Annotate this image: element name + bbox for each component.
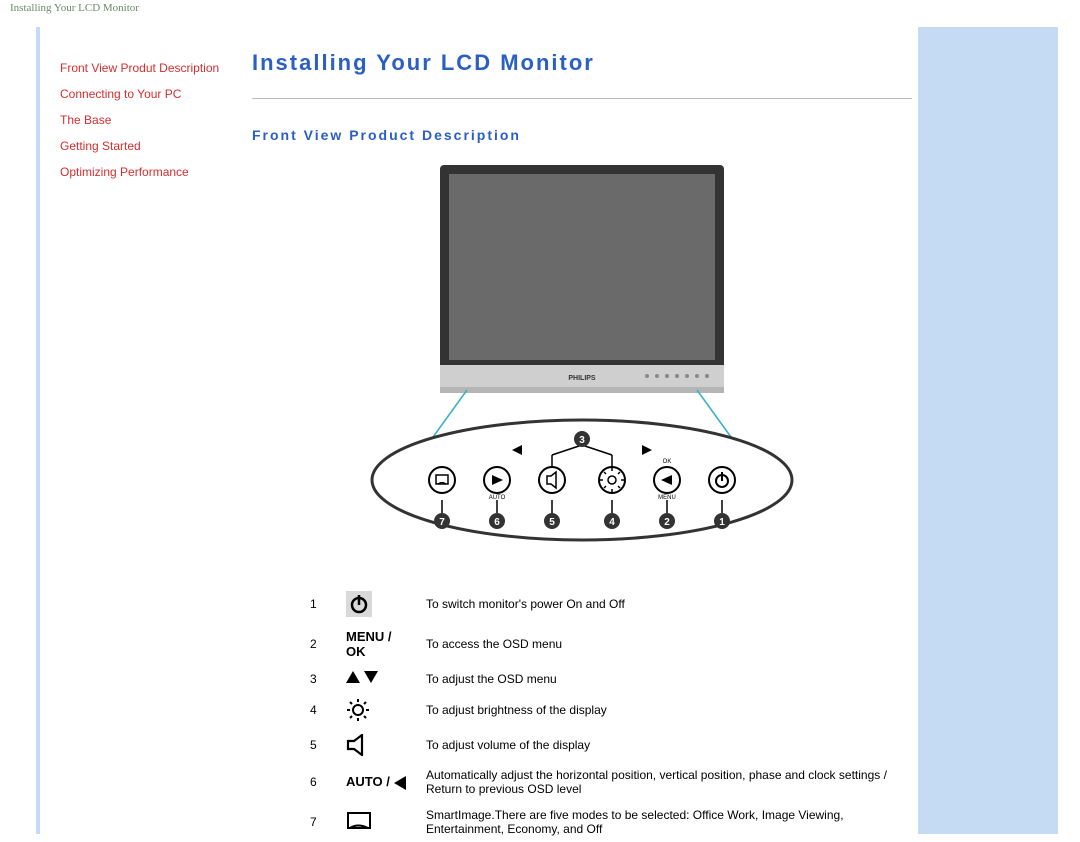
legend-num-6: 6 — [302, 762, 338, 802]
legend-row: 1 To switch monitor's power On and Off — [302, 585, 912, 623]
sidebar-item-connecting[interactable]: Connecting to Your PC — [60, 81, 240, 107]
sidebar-nav: Front View Produt Description Connecting… — [60, 55, 240, 185]
svg-text:2: 2 — [664, 517, 670, 528]
svg-text:3: 3 — [579, 435, 585, 446]
sidebar-item-the-base[interactable]: The Base — [60, 107, 240, 133]
svg-text:OK: OK — [663, 459, 672, 465]
sidebar-item-optimizing[interactable]: Optimizing Performance — [60, 159, 240, 185]
smartimage-icon — [338, 802, 418, 842]
legend-row: 6 AUTO / Automatically adjust the horizo… — [302, 762, 912, 802]
legend-row: 7 SmartImage.There are five modes to be … — [302, 802, 912, 842]
legend-desc: To access the OSD menu — [418, 623, 912, 665]
legend-num-5: 5 — [302, 728, 338, 762]
legend-desc: SmartImage.There are five modes to be se… — [418, 802, 912, 842]
legend-row: 3 To adjust the OSD menu — [302, 665, 912, 692]
section-title: Front View Product Description — [252, 127, 912, 143]
legend-num-4: 4 — [302, 692, 338, 728]
svg-text:1: 1 — [719, 517, 725, 528]
volume-icon — [338, 728, 418, 762]
legend-row: 2 MENU / OK To access the OSD menu — [302, 623, 912, 665]
legend-desc: To adjust volume of the display — [418, 728, 912, 762]
svg-text:4: 4 — [609, 517, 615, 528]
page-title: Installing Your LCD Monitor — [252, 50, 912, 76]
decoration-left-stripe — [36, 27, 40, 834]
legend-row: 4 To adjust brightness of the display — [302, 692, 912, 728]
updown-arrows-icon — [338, 665, 418, 692]
legend-desc: To adjust brightness of the display — [418, 692, 912, 728]
legend-num-1: 1 — [302, 585, 338, 623]
legend-desc: To switch monitor's power On and Off — [418, 585, 912, 623]
page-header-text: Installing Your LCD Monitor — [0, 0, 1080, 18]
legend-desc: Automatically adjust the horizontal posi… — [418, 762, 912, 802]
brand-label: PHILIPS — [568, 375, 596, 382]
brightness-icon — [338, 692, 418, 728]
svg-text:7: 7 — [439, 517, 445, 528]
monitor-figure: PHILIPS — [347, 155, 817, 565]
menu-ok-icon: MENU / OK — [338, 623, 418, 665]
legend-row: 5 To adjust volume of the display — [302, 728, 912, 762]
legend-num-7: 7 — [302, 802, 338, 842]
sidebar-item-front-view[interactable]: Front View Produt Description — [60, 55, 240, 81]
legend-num-3: 3 — [302, 665, 338, 692]
decoration-right-stripe — [918, 27, 1058, 834]
main-content: Installing Your LCD Monitor Front View P… — [252, 50, 912, 842]
auto-icon: AUTO / — [338, 762, 418, 802]
legend-table: 1 To switch monitor's power On and Off 2… — [302, 585, 912, 842]
legend-desc: To adjust the OSD menu — [418, 665, 912, 692]
svg-text:6: 6 — [494, 517, 500, 528]
svg-text:5: 5 — [549, 517, 555, 528]
legend-num-2: 2 — [302, 623, 338, 665]
power-icon — [338, 585, 418, 623]
sidebar-item-getting-started[interactable]: Getting Started — [60, 133, 240, 159]
divider — [252, 98, 912, 99]
